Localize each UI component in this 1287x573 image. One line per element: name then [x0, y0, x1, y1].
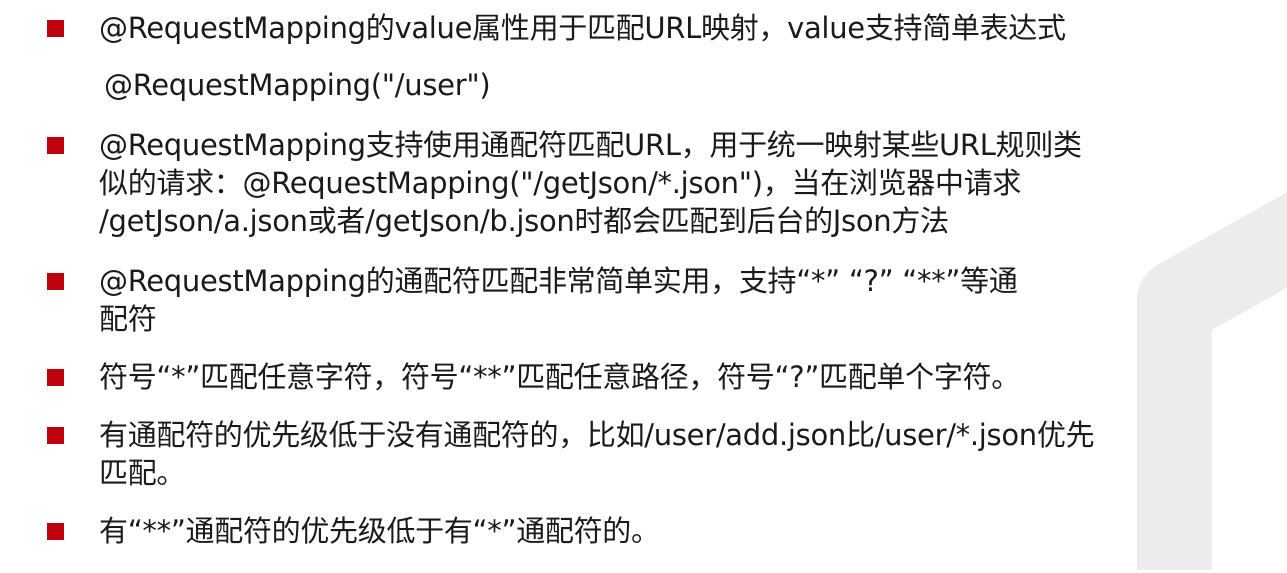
bullet-text: @RequestMapping的通配符匹配非常简单实用，支持“*” “?” “*…: [99, 262, 1209, 338]
bullet-line: 有“**”通配符的优先级低于有“*”通配符的。: [99, 514, 660, 548]
bullet-line: @RequestMapping的通配符匹配非常简单实用，支持“*” “?” “*…: [99, 264, 1018, 298]
bullet-text: 有通配符的优先级低于没有通配符的，比如/user/add.json比/user/…: [99, 416, 1209, 492]
bullet-line: @RequestMapping支持使用通配符匹配URL，用于统一映射某些URL规…: [99, 128, 1082, 162]
bullet-square-icon: [47, 523, 64, 540]
bullet-text: @RequestMapping支持使用通配符匹配URL，用于统一映射某些URL规…: [99, 126, 1209, 240]
bullet-line: /getJson/a.json或者/getJson/b.json时都会匹配到后台…: [99, 204, 949, 238]
bullet-text: @RequestMapping的value属性用于匹配URL映射，value支持…: [99, 9, 1209, 47]
bullet-square-icon: [47, 369, 64, 386]
bullet-text: 符号“*”匹配任意字符，符号“**”匹配任意路径，符号“?”匹配单个字符。: [99, 358, 1209, 396]
slide-content: @RequestMapping的value属性用于匹配URL映射，value支持…: [0, 0, 1287, 573]
bullet-line: 似的请求：@RequestMapping("/getJson/*.json")，…: [99, 166, 1022, 200]
code-example: @RequestMapping("/user"): [104, 68, 491, 102]
bullet-square-icon: [47, 427, 64, 444]
bullet-square-icon: [47, 20, 64, 37]
bullet-line: 有通配符的优先级低于没有通配符的，比如/user/add.json比/user/…: [99, 418, 1095, 452]
bullet-line: 匹配。: [99, 456, 186, 490]
bullet-line: 符号“*”匹配任意字符，符号“**”匹配任意路径，符号“?”匹配单个字符。: [99, 360, 1020, 394]
bullet-line: 配符: [99, 302, 157, 336]
bullet-square-icon: [47, 137, 64, 154]
bullet-line: @RequestMapping的value属性用于匹配URL映射，value支持…: [99, 11, 1066, 45]
bullet-square-icon: [47, 273, 64, 290]
bullet-text: 有“**”通配符的优先级低于有“*”通配符的。: [99, 512, 1209, 550]
